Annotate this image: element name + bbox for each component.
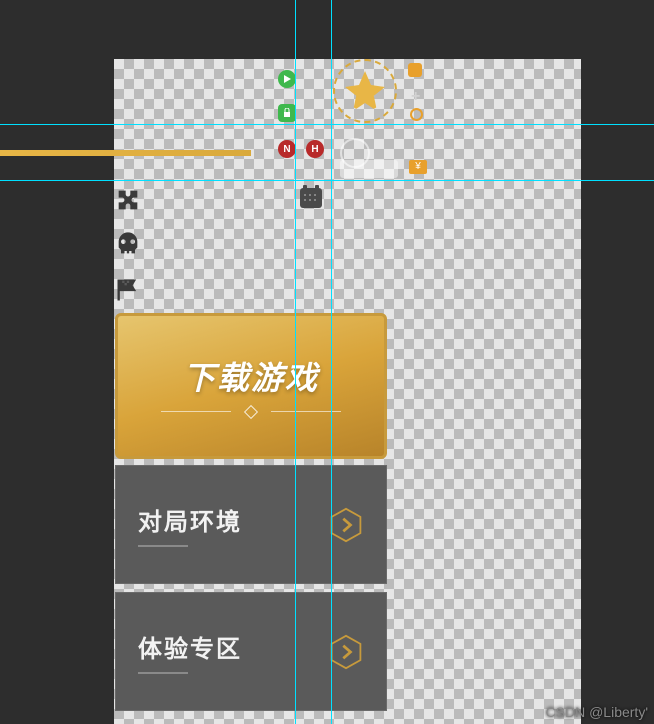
outline-pill-icon[interactable] bbox=[340, 160, 398, 178]
download-game-title: 下载游戏 bbox=[183, 353, 319, 399]
menu-underline bbox=[138, 672, 188, 674]
chevron-right-hex-icon bbox=[328, 507, 364, 543]
calendar-icon[interactable] bbox=[300, 188, 322, 208]
menu-card-label: 体验专区 bbox=[138, 629, 242, 664]
gold-progress-bar bbox=[0, 150, 295, 156]
guide-horizontal-2[interactable] bbox=[0, 180, 654, 181]
chevron-right-hex-icon bbox=[328, 634, 364, 670]
flag-icon[interactable] bbox=[114, 276, 142, 304]
gold-emblem-icon[interactable] bbox=[333, 59, 397, 123]
menu-card-label: 对局环境 bbox=[138, 502, 242, 537]
lock-icon[interactable] bbox=[278, 104, 296, 122]
download-game-card[interactable]: 下载游戏 bbox=[115, 313, 387, 459]
clock-icon[interactable] bbox=[410, 108, 423, 121]
guide-vertical-1[interactable] bbox=[295, 0, 296, 724]
pin-icon[interactable] bbox=[408, 63, 422, 77]
menu-underline bbox=[138, 545, 188, 547]
guide-vertical-2[interactable] bbox=[331, 0, 332, 724]
download-divider bbox=[161, 405, 341, 419]
play-icon[interactable] bbox=[278, 70, 296, 88]
skull-icon[interactable] bbox=[114, 230, 142, 258]
menu-card-experience[interactable]: 体验专区 bbox=[115, 592, 387, 711]
h-badge-icon[interactable]: H bbox=[306, 140, 324, 158]
plus-icon[interactable]: + bbox=[411, 88, 420, 106]
yen-badge-icon[interactable]: ¥ bbox=[409, 160, 427, 174]
guide-horizontal-1[interactable] bbox=[0, 124, 654, 125]
puzzle-icon[interactable] bbox=[114, 186, 142, 214]
menu-card-match-env[interactable]: 对局环境 bbox=[115, 465, 387, 584]
watermark-text: CSDN @Liberty' bbox=[546, 704, 648, 720]
